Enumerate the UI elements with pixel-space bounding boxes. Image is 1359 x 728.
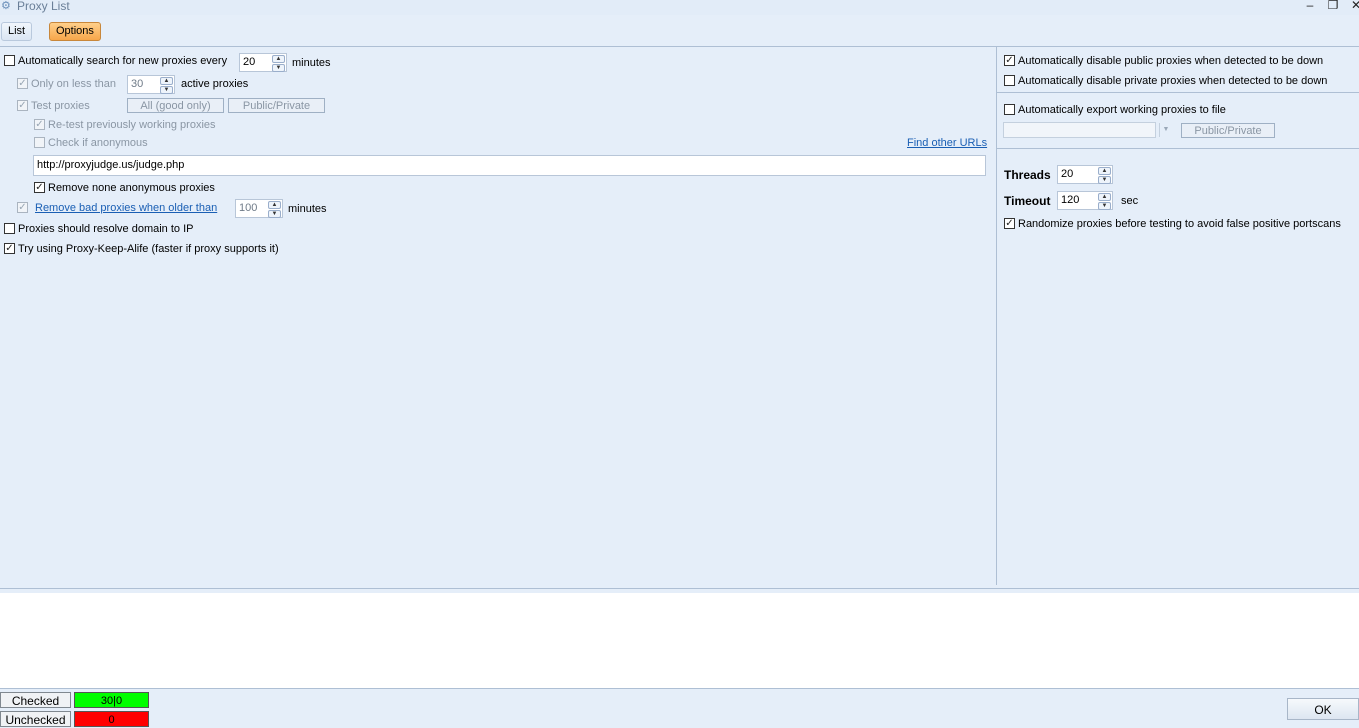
- disable-private-checkbox[interactable]: [1004, 75, 1015, 86]
- auto-search-checkbox[interactable]: [4, 55, 15, 66]
- threads-label: Threads: [1004, 168, 1051, 182]
- keep-alive-label: Try using Proxy-Keep-Alife (faster if pr…: [18, 243, 279, 255]
- ok-button[interactable]: OK: [1287, 698, 1359, 720]
- judge-url-field[interactable]: http://proxyjudge.us/judge.php: [33, 155, 986, 176]
- window-title: Proxy List: [17, 0, 70, 13]
- retest-checkbox[interactable]: ✓: [34, 119, 45, 130]
- remove-bad-unit: minutes: [288, 203, 327, 215]
- export-label: Automatically export working proxies to …: [1018, 104, 1226, 116]
- remove-bad-checkbox[interactable]: ✓: [17, 202, 28, 213]
- spin-down-icon[interactable]: ▼: [272, 64, 285, 72]
- panel-divider: [996, 47, 997, 585]
- check-anonymous-checkbox[interactable]: [34, 137, 45, 148]
- minimize-icon[interactable]: –: [1303, 0, 1317, 12]
- resolve-domain-checkbox[interactable]: [4, 223, 15, 234]
- only-less-than-label: Only on less than: [31, 78, 116, 90]
- auto-search-minutes-stepper[interactable]: 20 ▲ ▼: [239, 53, 287, 72]
- toolbar-divider: [0, 46, 1359, 47]
- test-public-private-button[interactable]: Public/Private: [228, 98, 325, 113]
- right-divider-1: [997, 92, 1359, 93]
- spin-down-icon[interactable]: ▼: [268, 210, 281, 218]
- spin-down-icon[interactable]: ▼: [1098, 176, 1111, 184]
- title-bar: ⚙ Proxy List – ❐ ✕: [0, 0, 1359, 15]
- spin-down-icon[interactable]: ▼: [1098, 202, 1111, 210]
- active-proxies-stepper[interactable]: 30 ▲ ▼: [127, 75, 175, 94]
- checked-count: 30|0: [74, 692, 149, 708]
- threads-value: 20: [1061, 168, 1074, 180]
- proxy-app-icon: ⚙: [1, 0, 11, 12]
- spin-up-icon[interactable]: ▲: [1098, 167, 1111, 175]
- threads-stepper[interactable]: 20 ▲ ▼: [1057, 165, 1113, 184]
- spin-up-icon[interactable]: ▲: [268, 201, 281, 209]
- randomize-label: Randomize proxies before testing to avoi…: [1018, 218, 1341, 230]
- spin-up-icon[interactable]: ▲: [1098, 193, 1111, 201]
- remove-non-anonymous-checkbox[interactable]: ✓: [34, 182, 45, 193]
- export-public-private-button[interactable]: Public/Private: [1181, 123, 1275, 138]
- disable-public-label: Automatically disable public proxies whe…: [1018, 55, 1324, 67]
- unchecked-count: 0: [74, 711, 149, 727]
- test-proxies-checkbox[interactable]: ✓: [17, 100, 28, 111]
- active-proxies-value: 30: [131, 78, 144, 90]
- spin-up-icon[interactable]: ▲: [160, 77, 173, 85]
- timeout-stepper[interactable]: 120 ▲ ▼: [1057, 191, 1113, 210]
- export-file-combo[interactable]: [1003, 122, 1156, 138]
- maximize-icon[interactable]: ❐: [1326, 0, 1340, 12]
- remove-bad-link[interactable]: Remove bad proxies when older than: [35, 202, 217, 214]
- disable-public-checkbox[interactable]: ✓: [1004, 55, 1015, 66]
- active-proxies-unit: active proxies: [181, 78, 249, 90]
- timeout-value: 120: [1061, 194, 1080, 206]
- options-bottom-divider: [0, 588, 1359, 589]
- checked-label: Checked: [0, 692, 71, 708]
- timeout-label: Timeout: [1004, 194, 1051, 208]
- spin-up-icon[interactable]: ▲: [272, 55, 285, 63]
- timeout-unit: sec: [1121, 195, 1139, 207]
- auto-search-minutes-value: 20: [243, 56, 256, 68]
- randomize-checkbox[interactable]: ✓: [1004, 218, 1015, 229]
- check-anonymous-label: Check if anonymous: [48, 137, 148, 149]
- remove-bad-minutes-stepper[interactable]: 100 ▲ ▼: [235, 199, 283, 218]
- tab-list[interactable]: List: [1, 22, 33, 41]
- close-icon[interactable]: ✕: [1349, 0, 1359, 12]
- chevron-down-icon[interactable]: ▼: [1159, 123, 1172, 137]
- remove-non-anonymous-label: Remove none anonymous proxies: [48, 182, 215, 194]
- status-bar: [0, 688, 1359, 722]
- unchecked-label: Unchecked: [0, 711, 71, 727]
- right-divider-2: [997, 148, 1359, 149]
- auto-search-unit: minutes: [292, 57, 331, 69]
- log-panel: [0, 593, 1359, 688]
- remove-bad-minutes-value: 100: [239, 202, 258, 214]
- test-proxies-label: Test proxies: [31, 100, 90, 112]
- keep-alive-checkbox[interactable]: ✓: [4, 243, 15, 254]
- export-checkbox[interactable]: [1004, 104, 1015, 115]
- disable-private-label: Automatically disable private proxies wh…: [1018, 75, 1328, 87]
- auto-search-label: Automatically search for new proxies eve…: [18, 55, 228, 67]
- resolve-domain-label: Proxies should resolve domain to IP: [18, 223, 194, 235]
- spin-down-icon[interactable]: ▼: [160, 86, 173, 94]
- find-other-urls-link[interactable]: Find other URLs: [907, 137, 987, 149]
- tab-options[interactable]: Options: [49, 22, 101, 41]
- retest-label: Re-test previously working proxies: [48, 119, 216, 131]
- only-less-than-checkbox[interactable]: ✓: [17, 78, 28, 89]
- all-good-only-button[interactable]: All (good only): [127, 98, 224, 113]
